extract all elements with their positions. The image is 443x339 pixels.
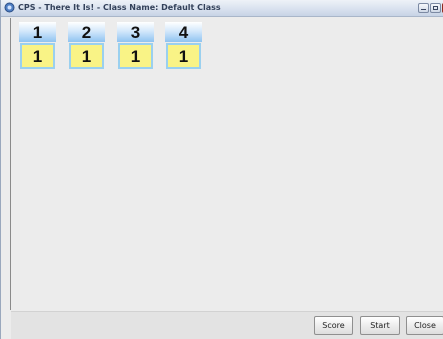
question-tile-4[interactable]: 4 1 <box>165 22 202 70</box>
minimize-icon <box>421 9 426 10</box>
tile-number: 3 <box>117 22 154 42</box>
left-edge-divider <box>10 18 11 310</box>
question-tile-2[interactable]: 2 1 <box>68 22 105 70</box>
tile-number: 4 <box>165 22 202 42</box>
title-bar[interactable]: CPS - There It Is! - Class Name: Default… <box>1 0 443 17</box>
tile-number: 1 <box>19 22 56 42</box>
tile-number: 2 <box>68 22 105 42</box>
tile-value: 1 <box>166 43 201 69</box>
close-button[interactable]: Close <box>406 316 443 335</box>
app-window: CPS - There It Is! - Class Name: Default… <box>0 0 443 339</box>
start-button[interactable]: Start <box>360 316 400 335</box>
minimize-button[interactable] <box>418 3 429 13</box>
score-button[interactable]: Score <box>314 316 353 335</box>
maximize-icon <box>433 6 438 10</box>
app-icon <box>4 2 15 13</box>
tile-value: 1 <box>20 43 55 69</box>
tile-value: 1 <box>69 43 104 69</box>
window-title: CPS - There It Is! - Class Name: Default… <box>18 3 221 12</box>
question-tile-3[interactable]: 3 1 <box>117 22 154 70</box>
tile-value: 1 <box>118 43 153 69</box>
maximize-button[interactable] <box>430 3 441 13</box>
question-tile-1[interactable]: 1 1 <box>19 22 56 70</box>
